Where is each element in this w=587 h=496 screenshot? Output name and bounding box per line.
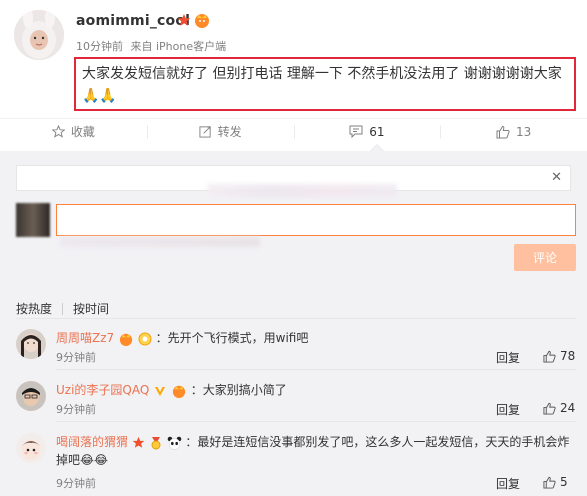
comment-like-count: 5 [560,475,568,489]
blurred-content [60,237,260,247]
repost-button[interactable]: 转发 [146,119,294,144]
tab-separator [62,302,64,315]
comment-text: ：大家别搞小简了 [190,383,287,397]
submit-comment-button[interactable]: 评论 [514,244,576,271]
post-meta: 10分钟前 来自 iPhone客户端 [76,38,230,54]
author-username[interactable]: aomimmi_cool [76,13,190,29]
comment-count: 61 [369,124,385,139]
medal-icon [151,436,161,449]
comment-sort-tabs: 按热度 按时间 [16,300,109,317]
comment-text: ：先开个飞行模式，用wifi吧 [155,331,309,345]
comment-like-button[interactable]: 78 [543,349,575,363]
thumbs-up-icon [496,125,510,138]
comment-input[interactable] [56,204,576,236]
post-source: 来自 iPhone客户端 [130,40,227,53]
post-content: 大家发发短信就好了 但别打电话 理解一下 不然手机没法用了 谢谢谢谢谢大家🙏🙏 [82,66,562,104]
comment-body: Uzi的李子园QAQ ：大家别搞小简了 [56,381,576,399]
weibo-post: aomimmi_cool 10分钟前 来自 iPhone客户端 大家发发短信就好… [0,0,587,116]
commenter-avatar[interactable] [16,329,46,359]
reply-button[interactable]: 回复 [496,475,520,492]
comment-like-count: 78 [560,349,576,363]
comment-filter-bar[interactable]: ✕ [16,165,571,198]
comment-icon [349,125,363,138]
comment-time[interactable]: 9分钟前 [56,349,96,365]
comment-like-button[interactable]: 24 [543,401,575,415]
reply-button[interactable]: 回复 [496,349,520,366]
thumbs-up-icon [543,476,556,489]
star-icon [132,436,145,448]
comment-username[interactable]: 周周喵Zz7 [56,331,114,345]
reply-button[interactable]: 回复 [496,401,520,418]
comment-username[interactable]: 喝阔落的猬猬 [56,435,128,449]
author-avatar[interactable] [14,10,64,60]
comment-panel: ✕ 评论 按热度 按时间 周周喵Zz7 ：先开个飞行模式，用wifi吧 9分钟前… [0,151,587,496]
vip-crown-icon [195,14,209,28]
tab-sort-time[interactable]: 按时间 [73,300,109,317]
vip-crown-icon [119,333,133,346]
divider [16,318,576,319]
favorite-label: 收藏 [70,125,95,139]
comment-time[interactable]: 9分钟前 [56,401,96,417]
star-icon [177,14,191,26]
comment-time[interactable]: 9分钟前 [56,475,96,491]
comment-username[interactable]: Uzi的李子园QAQ [56,383,149,397]
comment-button[interactable]: 61 [293,119,441,144]
repost-label: 转发 [217,125,242,139]
post-content-highlight: 大家发发短信就好了 但别打电话 理解一下 不然手机没法用了 谢谢谢谢谢大家🙏🙏 [74,57,576,111]
comment-body: 喝阔落的猬猬 ：最好是连短信没事都别发了吧，这么多人一起发短信，天天的手机会炸掉… [56,433,576,469]
post-time[interactable]: 10分钟前 [76,40,123,53]
comment-body: 周周喵Zz7 ：先开个飞行模式，用wifi吧 [56,329,576,347]
repost-icon [199,126,211,138]
like-count: 13 [515,124,532,139]
verified-v-icon [155,386,166,396]
current-user-avatar [16,203,50,237]
thumbs-up-icon [543,402,556,415]
tab-sort-hot[interactable]: 按热度 [16,300,52,317]
like-button[interactable]: 13 [440,119,587,144]
commenter-avatar[interactable] [16,433,46,463]
star-outline-icon [51,125,65,138]
level-badge-icon [138,332,152,345]
divider [56,421,576,422]
divider [56,369,576,370]
favorite-button[interactable]: 收藏 [0,119,147,144]
vip-crown-icon [172,385,186,398]
comment-panel-caret [370,144,384,151]
commenter-avatar[interactable] [16,381,46,411]
close-icon[interactable]: ✕ [551,170,562,185]
author-badges [177,12,211,28]
comment-like-button[interactable]: 5 [543,475,568,489]
thumbs-up-icon [543,350,556,363]
post-action-bar: 收藏 转发 61 13 [0,118,587,144]
comment-like-count: 24 [560,401,576,415]
blurred-content [207,184,397,198]
panda-icon [167,436,181,450]
